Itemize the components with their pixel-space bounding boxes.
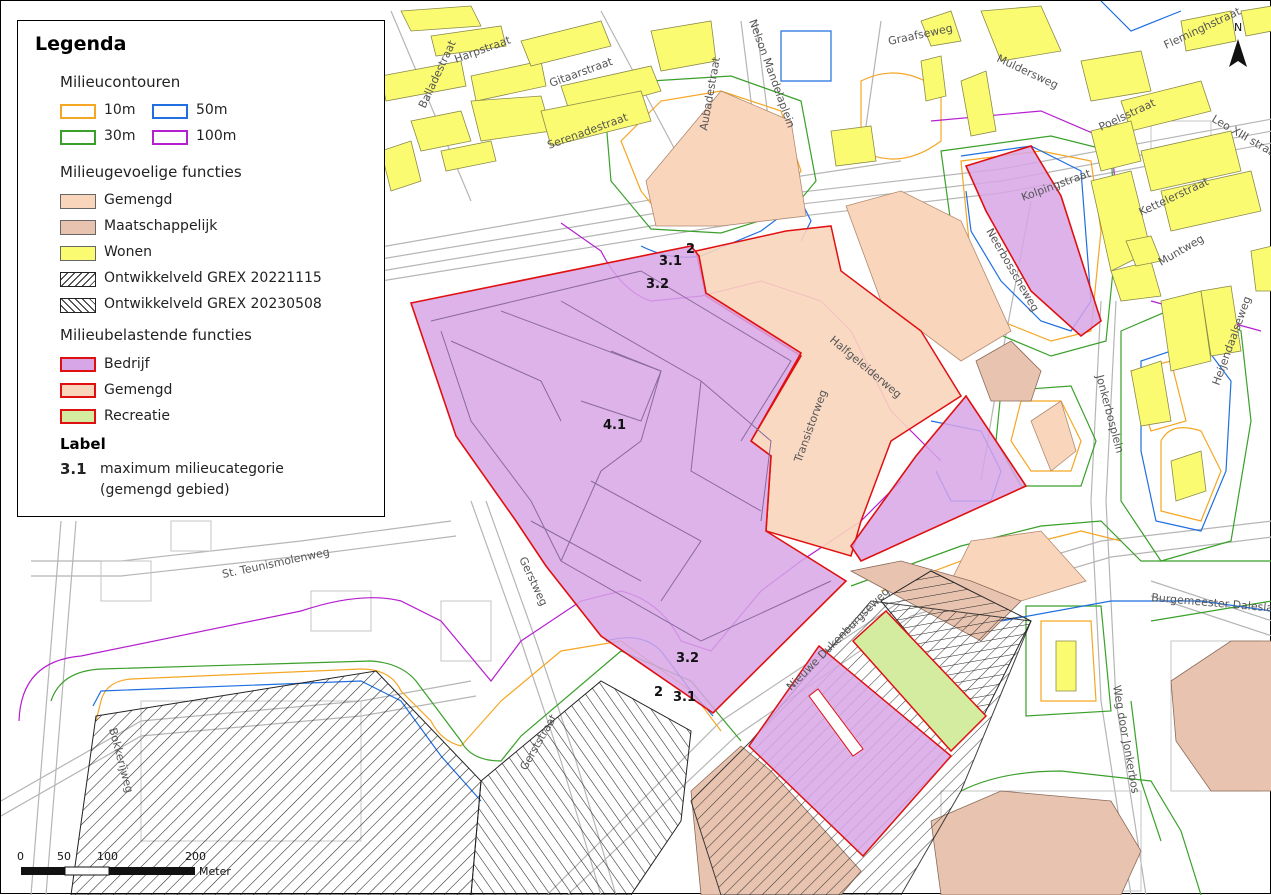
legend-swatch-50m <box>152 104 188 119</box>
legend-swatch-maatschappelijk <box>60 220 96 235</box>
legend-label-50m: 50m <box>196 102 227 118</box>
legend-burdening-heading: Milieubelastende functies <box>60 326 252 344</box>
svg-text:Burgemeester Daleslaan: Burgemeester Daleslaan <box>1151 591 1271 616</box>
legend-label-gemengd-belastend: Gemengd <box>104 382 172 398</box>
legend-swatch-gemengd-belastend <box>60 383 96 398</box>
scale-bar <box>21 867 195 875</box>
legend-label-example-value: 3.1 <box>60 460 87 478</box>
scale-unit: Meter <box>199 865 231 878</box>
legend-panel: Legenda Milieucontouren 10m 50m 30m 100m… <box>17 20 385 517</box>
scale-tick-100: 100 <box>97 850 118 863</box>
svg-text:Muldersweg: Muldersweg <box>995 52 1061 92</box>
legend-swatch-gemengd <box>60 194 96 209</box>
legend-sensitive-heading: Milieugevoelige functies <box>60 163 242 181</box>
legend-label-100m: 100m <box>196 128 236 144</box>
legend-swatch-bedrijf <box>60 357 96 372</box>
legend-title: Legenda <box>35 33 126 55</box>
legend-contours-heading: Milieucontouren <box>60 73 180 91</box>
legend-swatch-30m <box>60 130 96 145</box>
legend-label-30m: 30m <box>104 128 135 144</box>
legend-swatch-recreatie <box>60 409 96 424</box>
legend-label-example-line2: (gemengd gebied) <box>100 482 230 498</box>
label-3-2-south: 3.2 <box>676 651 699 666</box>
legend-label-grex-20230508: Ontwikkelveld GREX 20230508 <box>104 296 322 312</box>
legend-swatch-grex-20230508 <box>60 298 96 313</box>
scale-tick-0: 0 <box>17 850 24 863</box>
legend-label-wonen: Wonen <box>104 244 152 260</box>
scale-tick-200: 200 <box>185 850 206 863</box>
label-2-north: 2 <box>686 242 695 257</box>
svg-text:Muntweg: Muntweg <box>1156 232 1206 269</box>
legend-swatch-wonen <box>60 246 96 261</box>
label-2-south: 2 <box>654 685 663 700</box>
map-canvas[interactable]: Harpstraat Balladestraat Gitaarstraat Se… <box>0 0 1271 894</box>
label-3-1-north: 3.1 <box>659 254 682 269</box>
label-3-1-south: 3.1 <box>673 690 696 705</box>
legend-label-recreatie: Recreatie <box>104 408 170 424</box>
svg-text:N: N <box>1234 21 1242 34</box>
legend-swatch-grex-20221115 <box>60 272 96 287</box>
label-3-2-north: 3.2 <box>646 277 669 292</box>
legend-swatch-10m <box>60 104 96 119</box>
legend-swatch-100m <box>152 130 188 145</box>
legend-label-heading: Label <box>60 435 106 453</box>
legend-label-grex-20221115: Ontwikkelveld GREX 20221115 <box>104 270 322 286</box>
legend-label-10m: 10m <box>104 102 135 118</box>
scale-tick-50: 50 <box>57 850 71 863</box>
legend-label-example-line1: maximum milieucategorie <box>100 461 284 477</box>
label-4-1: 4.1 <box>603 418 626 433</box>
legend-label-maatschappelijk: Maatschappelijk <box>104 218 217 234</box>
legend-label-bedrijf: Bedrijf <box>104 356 150 372</box>
legend-label-gemengd: Gemengd <box>104 192 172 208</box>
